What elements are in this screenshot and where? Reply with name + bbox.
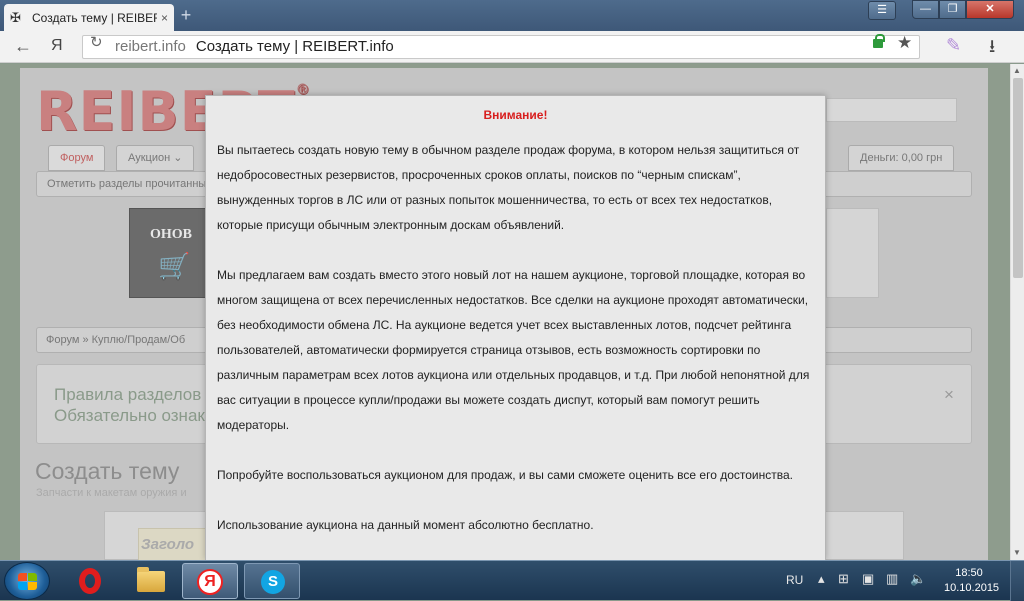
modal-paragraph-2: Мы предлагаем вам создать вместо этого н… <box>217 268 810 432</box>
feather-extension-icon[interactable]: ✎ <box>946 35 961 56</box>
tab-close-icon[interactable]: × <box>161 11 168 25</box>
shopping-cart-icon: 🛒 <box>158 251 191 281</box>
skype-icon: S <box>261 570 285 594</box>
taskbar-explorer-button[interactable] <box>122 563 178 599</box>
tray-windows-icon[interactable]: ⊞ <box>838 571 849 587</box>
page-subtitle[interactable]: Запчасти к макетам оружия и <box>36 487 187 499</box>
rules-line-1[interactable]: Правила разделов <box>54 385 201 405</box>
nav-tab-forum[interactable]: Форум <box>48 145 106 171</box>
tab-title: Создать тему | REIBERT <box>32 10 157 25</box>
site-favicon-icon: ✠ <box>10 9 21 25</box>
new-tab-button[interactable]: + <box>178 6 194 24</box>
browser-menu-button[interactable]: ☰ <box>868 1 896 20</box>
warning-modal: Внимание! Вы пытаетесь создать новую тем… <box>205 95 826 560</box>
minimize-button[interactable]: — <box>912 0 939 19</box>
scroll-down-icon[interactable]: ▼ <box>1013 548 1021 557</box>
url-host: reibert.info <box>115 38 186 55</box>
modal-paragraph-1: Вы пытаетесь создать новую тему в обычно… <box>217 143 800 232</box>
language-indicator[interactable]: RU <box>786 573 803 587</box>
windows-taskbar: Я S RU ▴ ⊞ ▣ ▥ 🔈 18:50 10.10.2015 <box>0 560 1024 601</box>
rules-close-icon[interactable]: × <box>944 385 954 405</box>
page-scrollbar[interactable]: ▲ ▼ <box>1010 64 1024 560</box>
yandex-home-icon[interactable]: Я <box>51 37 63 55</box>
opera-icon <box>79 568 101 594</box>
scrollbar-thumb[interactable] <box>1013 78 1023 278</box>
modal-body: Вы пытаетесь создать новую тему в обычно… <box>217 138 821 563</box>
secure-lock-icon[interactable] <box>873 34 885 48</box>
banner-text: ОНОВ <box>150 227 193 242</box>
taskbar-yandex-button[interactable]: Я <box>182 563 238 599</box>
tray-volume-icon[interactable]: 🔈 <box>910 571 926 587</box>
scroll-up-icon[interactable]: ▲ <box>1013 66 1021 75</box>
bookmark-star-icon[interactable]: ★ <box>897 33 912 53</box>
download-icon[interactable]: ⭳ <box>989 34 995 64</box>
rules-line-2: Обязательно ознак <box>54 406 205 425</box>
browser-toolbar: ← Я reibert.info Создать тему | REIBERT.i… <box>0 31 1024 63</box>
close-window-button[interactable]: ✕ <box>966 0 1014 19</box>
reload-icon[interactable]: ↻ <box>90 33 103 51</box>
taskbar-skype-button[interactable]: S <box>244 563 300 599</box>
back-arrow-icon[interactable]: ← <box>14 36 32 57</box>
tray-expand-icon[interactable]: ▴ <box>818 571 825 587</box>
clock-time: 18:50 <box>955 567 983 579</box>
tray-device-icon[interactable]: ▣ <box>862 571 874 587</box>
yandex-browser-icon: Я <box>197 569 223 595</box>
system-clock[interactable]: 18:50 10.10.2015 <box>944 566 1000 596</box>
folder-icon <box>137 567 165 592</box>
taskbar-opera-button[interactable] <box>62 563 118 599</box>
maximize-button[interactable]: ❐ <box>939 0 966 19</box>
browser-tab-bar: ✠ Создать тему | REIBERT × + ☰ — ❐ ✕ <box>0 0 1024 31</box>
ad-banner[interactable]: ОНОВ 🛒 <box>129 208 207 298</box>
site-search-input[interactable] <box>826 98 957 122</box>
modal-title: Внимание! <box>483 108 548 122</box>
start-button[interactable] <box>4 562 50 600</box>
page-title: Создать тему <box>35 458 180 484</box>
nav-tab-auction[interactable]: Аукцион ⌄ <box>116 145 195 171</box>
tray-network-icon[interactable]: ▥ <box>886 571 898 587</box>
modal-paragraph-4: Использование аукциона на данный момент … <box>217 518 594 532</box>
browser-tab[interactable]: ✠ Создать тему | REIBERT × <box>4 4 174 31</box>
modal-paragraph-3: Попробуйте воспользоваться аукционом для… <box>217 468 794 482</box>
url-page-title: Создать тему | REIBERT.info <box>195 38 394 55</box>
show-desktop-button[interactable] <box>1010 561 1024 601</box>
clock-date: 10.10.2015 <box>944 582 1000 594</box>
ad-thumbnail[interactable] <box>826 208 879 298</box>
address-bar[interactable]: reibert.info Создать тему | REIBERT.info <box>82 35 920 59</box>
nav-tab-money[interactable]: Деньги: 0,00 грн <box>848 145 955 171</box>
windows-logo-icon <box>18 573 38 591</box>
